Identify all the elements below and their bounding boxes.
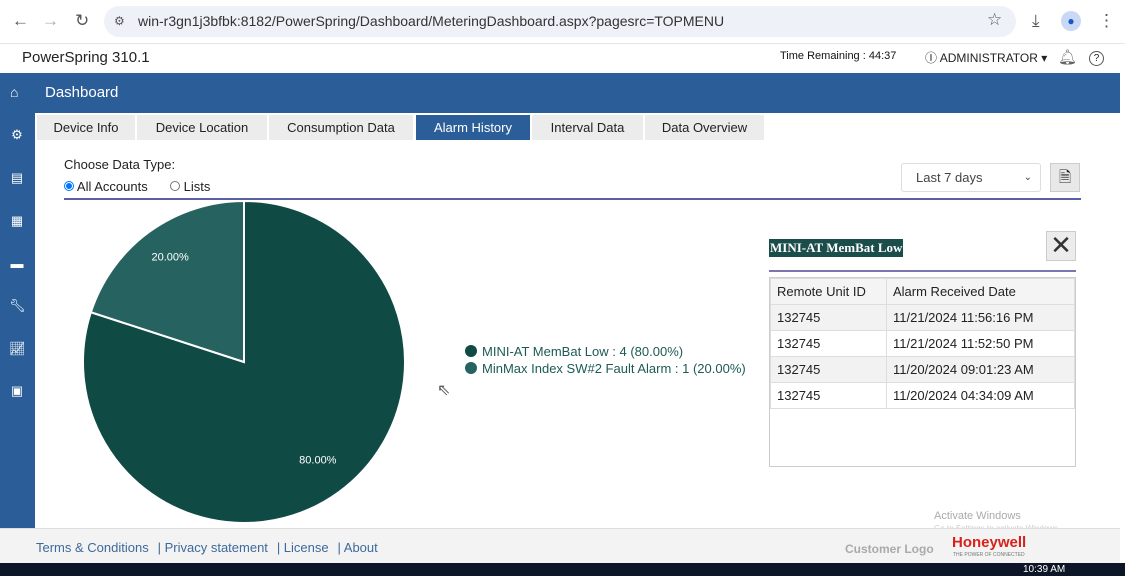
watermark-line1: Activate Windows (934, 510, 1021, 522)
legend-label: MinMax Index SW#2 Fault Alarm : 1 (20.00… (482, 361, 746, 376)
tab-device-location[interactable]: Device Location (137, 115, 267, 140)
legend-label: MINI-AT MemBat Low : 4 (80.00%) (482, 344, 684, 359)
pie-slice-label: 20.00% (152, 251, 190, 263)
report-icon: 🗎︎ (1058, 169, 1072, 186)
license-link[interactable]: | License (277, 540, 329, 555)
cell-date: 11/21/2024 11:52:50 PM (886, 330, 1075, 357)
chart-legend: MINI-AT MemBat Low : 4 (80.00%) MinMax I… (465, 344, 746, 376)
address-bar[interactable]: win-r3gn1j3bfbk:8182/PowerSpring/Dashboa… (104, 6, 1016, 37)
sidebar: ⚙ ▤ ▦ ▬ 🔧︎ 📈︎ ▣ (0, 113, 35, 528)
table-row[interactable]: 132745 11/20/2024 04:34:09 AM (770, 382, 1075, 409)
report-icon[interactable]: ▣ (9, 383, 25, 399)
user-icon: Ⓘ (925, 51, 938, 65)
bell-icon[interactable]: 🔔︎ (1058, 48, 1077, 66)
alarm-panel-title: MINI-AT MemBat Low (769, 239, 904, 257)
table-header-row: Remote Unit ID Alarm Received Date (770, 278, 1075, 305)
chevron-down-icon: ⌄ (1023, 172, 1032, 183)
cell-unit-id: 132745 (770, 356, 887, 383)
user-name: ADMINISTRATOR (939, 51, 1038, 65)
terms-link[interactable]: Terms & Conditions (36, 540, 149, 555)
taskbar: 10:39 AM (0, 563, 1125, 576)
footer: Terms & Conditions | Privacy statement |… (0, 528, 1120, 563)
taskbar-clock: 10:39 AM (1023, 564, 1066, 575)
pie-slice-label: 80.00% (299, 455, 337, 467)
reload-icon[interactable]: ↻ (75, 11, 89, 31)
radio-all-input[interactable] (64, 181, 74, 191)
panel-divider (769, 270, 1076, 272)
radio-lists-label: Lists (183, 179, 211, 194)
back-icon[interactable]: ← (12, 11, 29, 31)
customer-logo: Customer Logo (845, 542, 934, 556)
calendar-icon[interactable]: ▦ (9, 213, 25, 229)
choose-data-type-label: Choose Data Type: (64, 157, 176, 172)
table-row[interactable]: 132745 11/21/2024 11:56:16 PM (770, 304, 1075, 331)
profile-icon[interactable]: ● (1061, 11, 1081, 31)
privacy-link[interactable]: | Privacy statement (158, 540, 268, 555)
honeywell-logo: Honeywell (952, 534, 1027, 551)
tab-data-overview[interactable]: Data Overview (645, 115, 764, 140)
table-row[interactable]: 132745 11/21/2024 11:52:50 PM (770, 330, 1075, 357)
browser-toolbar: ← → ↻ win-r3gn1j3bfbk:8182/PowerSpring/D… (0, 0, 1125, 44)
settings-icon[interactable]: ⚙ (9, 127, 25, 143)
table-row[interactable]: 132745 11/20/2024 09:01:23 AM (770, 356, 1075, 383)
column-header[interactable]: Remote Unit ID (770, 278, 887, 305)
mouse-cursor-icon: ⇖ (437, 382, 451, 399)
site-info-icon[interactable]: ⚙ (114, 14, 125, 28)
bookmark-star-icon[interactable]: ☆ (987, 10, 1002, 30)
close-button[interactable]: ✕ (1046, 231, 1076, 261)
toolbox-icon[interactable]: ▬ (9, 256, 25, 272)
menu-icon[interactable]: ⋮ (1098, 11, 1115, 31)
legend-dot-icon (465, 362, 477, 374)
close-icon: ✕ (1050, 230, 1072, 260)
app-brand: PowerSpring 310.1 (22, 49, 150, 66)
legend-item[interactable]: MinMax Index SW#2 Fault Alarm : 1 (20.00… (465, 361, 746, 376)
user-menu[interactable]: Ⓘ ADMINISTRATOR ▾ (925, 49, 1047, 66)
cell-date: 11/21/2024 11:56:16 PM (886, 304, 1075, 331)
page-title: Dashboard (45, 84, 119, 101)
header-bar: ⌂ Dashboard (0, 73, 1120, 113)
cell-unit-id: 132745 (770, 304, 887, 331)
forward-icon[interactable]: → (42, 11, 59, 31)
radio-lists-input[interactable] (170, 181, 180, 191)
date-range-value: Last 7 days (916, 170, 983, 185)
about-link[interactable]: | About (338, 540, 378, 555)
help-icon[interactable]: ? (1089, 51, 1104, 66)
clipboard-icon[interactable]: ▤ (9, 170, 25, 186)
tab-alarm-history[interactable]: Alarm History (416, 115, 530, 140)
download-icon[interactable]: ⤓ (1032, 11, 1040, 31)
home-icon[interactable]: ⌂ (10, 84, 18, 100)
legend-dot-icon (465, 345, 477, 357)
date-range-select[interactable]: Last 7 days ⌄ (901, 163, 1041, 192)
time-remaining: Time Remaining : 44:37 (780, 50, 897, 62)
radio-all-label: All Accounts (76, 179, 148, 194)
cell-unit-id: 132745 (770, 330, 887, 357)
alarm-table: Remote Unit ID Alarm Received Date 132745… (769, 277, 1076, 467)
cell-unit-id: 132745 (770, 382, 887, 409)
radio-lists[interactable]: Lists (170, 179, 210, 194)
caret-down-icon: ▾ (1041, 51, 1048, 65)
tab-interval-data[interactable]: Interval Data (532, 115, 643, 140)
radio-all-accounts[interactable]: All Accounts (64, 179, 148, 194)
export-report-button[interactable]: 🗎︎ (1050, 163, 1080, 192)
wrench-icon[interactable]: 🔧︎ (9, 298, 26, 314)
column-header[interactable]: Alarm Received Date (886, 278, 1075, 305)
tab-device-info[interactable]: Device Info (37, 115, 135, 140)
cell-date: 11/20/2024 04:34:09 AM (886, 382, 1075, 409)
tab-consumption-data[interactable]: Consumption Data (269, 115, 413, 140)
cell-date: 11/20/2024 09:01:23 AM (886, 356, 1075, 383)
honeywell-tagline: THE POWER OF CONNECTED (953, 552, 1025, 558)
legend-item[interactable]: MINI-AT MemBat Low : 4 (80.00%) (465, 344, 746, 359)
chart-icon[interactable]: 📈︎ (9, 341, 26, 357)
pie-chart: 80.00% 20.00% (82, 199, 406, 524)
